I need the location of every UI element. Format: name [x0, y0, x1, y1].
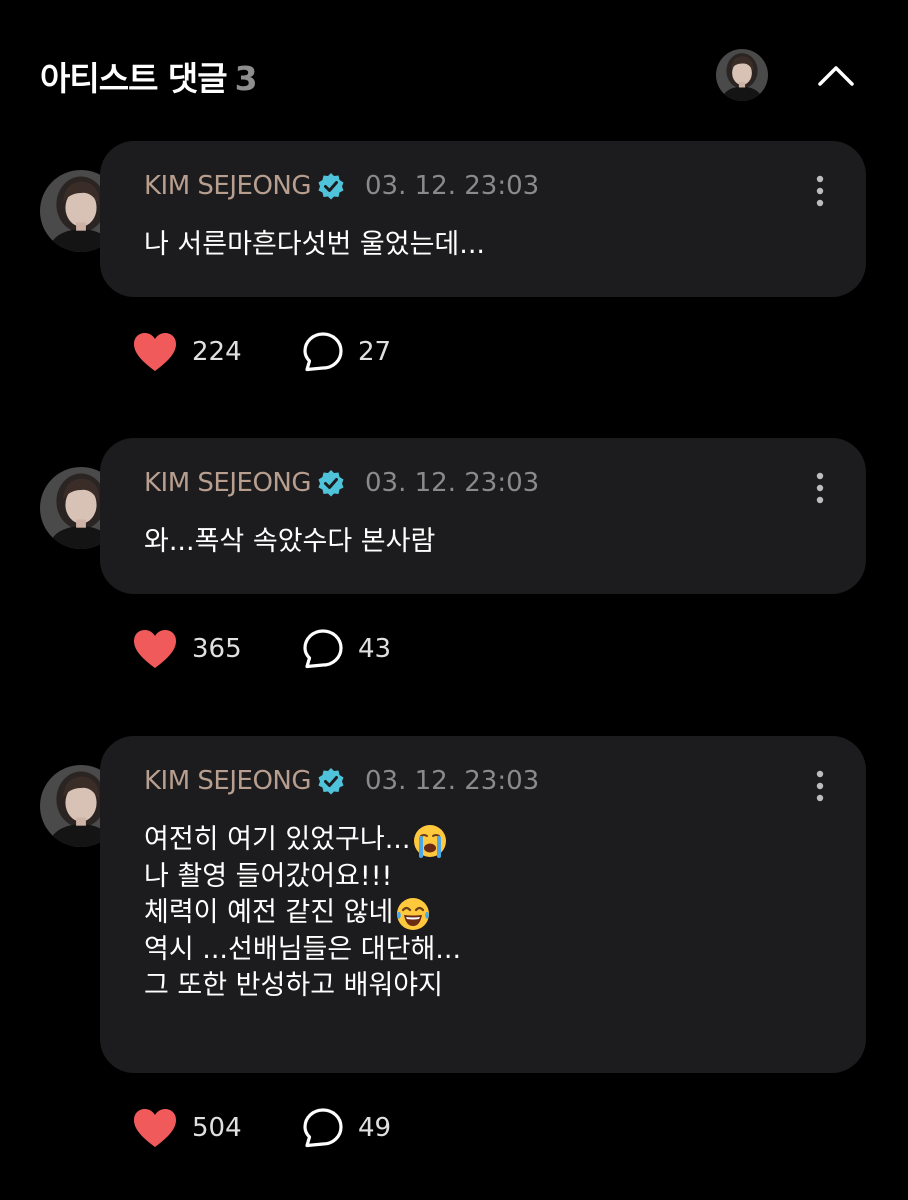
comment-author[interactable]: KIM SEJEONG — [144, 171, 312, 201]
comment-bubble: KIM SEJEONG 03. 12. 23:03 와...폭삭 속았수다 본사… — [100, 438, 866, 594]
collapse-button[interactable] — [812, 52, 860, 96]
more-options-button[interactable] — [808, 174, 832, 208]
chevron-up-icon — [818, 66, 854, 86]
section-title-text: 아티스트 댓글 — [40, 59, 228, 98]
comment-author[interactable]: KIM SEJEONG — [144, 766, 312, 796]
reply-count: 27 — [358, 337, 392, 367]
comment-timestamp: 03. 12. 23:03 — [365, 766, 540, 796]
comment-timestamp: 03. 12. 23:03 — [365, 468, 540, 498]
more-vertical-icon — [816, 175, 824, 207]
more-vertical-icon — [816, 770, 824, 802]
heart-icon[interactable] — [132, 331, 178, 373]
comment-line-wrapper: 체력이 예전 같진 않네 — [144, 895, 826, 932]
comment-line-wrapper: 여전히 여기 있었구나... — [144, 822, 826, 859]
comment-body: 나 서른마흔다섯번 울었는데... — [144, 227, 826, 262]
like-count: 365 — [192, 634, 242, 664]
comment-line: 체력이 예전 같진 않네 — [144, 897, 394, 928]
reply-count: 43 — [358, 634, 392, 664]
comment-line: 와...폭삭 속았수다 본사람 — [144, 526, 436, 557]
comment-bubble: KIM SEJEONG 03. 12. 23:03 나 서른마흔다섯번 울었는데… — [100, 141, 866, 297]
verified-badge-icon — [318, 173, 344, 200]
speech-bubble-icon[interactable] — [302, 1107, 344, 1149]
comment-line: 그 또한 반성하고 배워야지 — [144, 970, 443, 1001]
comment-meta: KIM SEJEONG 03. 12. 23:03 — [144, 766, 539, 806]
comment-line: 나 서른마흔다섯번 울었는데... — [144, 229, 485, 260]
loudly-crying-face-emoji — [414, 824, 447, 858]
comment-body: 와...폭삭 속았수다 본사람 — [144, 524, 826, 559]
comment-count: 3 — [234, 59, 258, 98]
more-options-button[interactable] — [808, 471, 832, 505]
comment-line: 역시 ...선배님들은 대단해... — [144, 933, 462, 965]
like-count: 224 — [192, 337, 242, 367]
tears-of-joy-emoji — [397, 897, 430, 930]
section-title: 아티스트 댓글 3 — [40, 52, 258, 100]
comment-meta: KIM SEJEONG 03. 12. 23:03 — [144, 171, 539, 211]
heart-icon[interactable] — [132, 628, 178, 670]
comment-line: 나 촬영 들어갔어요!!! — [144, 860, 393, 892]
comment-bubble: KIM SEJEONG 03. 12. 23:03 여전히 여기 있었구나...… — [100, 736, 866, 1073]
more-vertical-icon — [816, 472, 824, 504]
like-count: 504 — [192, 1113, 242, 1143]
more-options-button[interactable] — [808, 769, 832, 803]
comment-line: 여전히 여기 있었구나... — [144, 824, 411, 855]
comment-actions: 504 49 — [132, 1107, 391, 1151]
comment-author[interactable]: KIM SEJEONG — [144, 468, 312, 498]
reply-count: 49 — [358, 1113, 392, 1143]
comment-timestamp: 03. 12. 23:03 — [365, 171, 540, 201]
speech-bubble-icon[interactable] — [302, 331, 344, 373]
artist-comments-header: 아티스트 댓글 3 — [0, 0, 908, 150]
comment-meta: KIM SEJEONG 03. 12. 23:03 — [144, 468, 539, 508]
verified-badge-icon — [318, 470, 344, 497]
comment-actions: 224 27 — [132, 331, 391, 375]
comment-body: 여전히 여기 있었구나... 나 촬영 들어갔어요!!! 체력이 예전 같진 않… — [144, 822, 826, 1005]
comment-actions: 365 43 — [132, 628, 391, 672]
heart-icon[interactable] — [132, 1107, 178, 1149]
verified-badge-icon — [318, 768, 344, 795]
speech-bubble-icon[interactable] — [302, 628, 344, 670]
artist-avatar-small[interactable] — [716, 49, 768, 101]
